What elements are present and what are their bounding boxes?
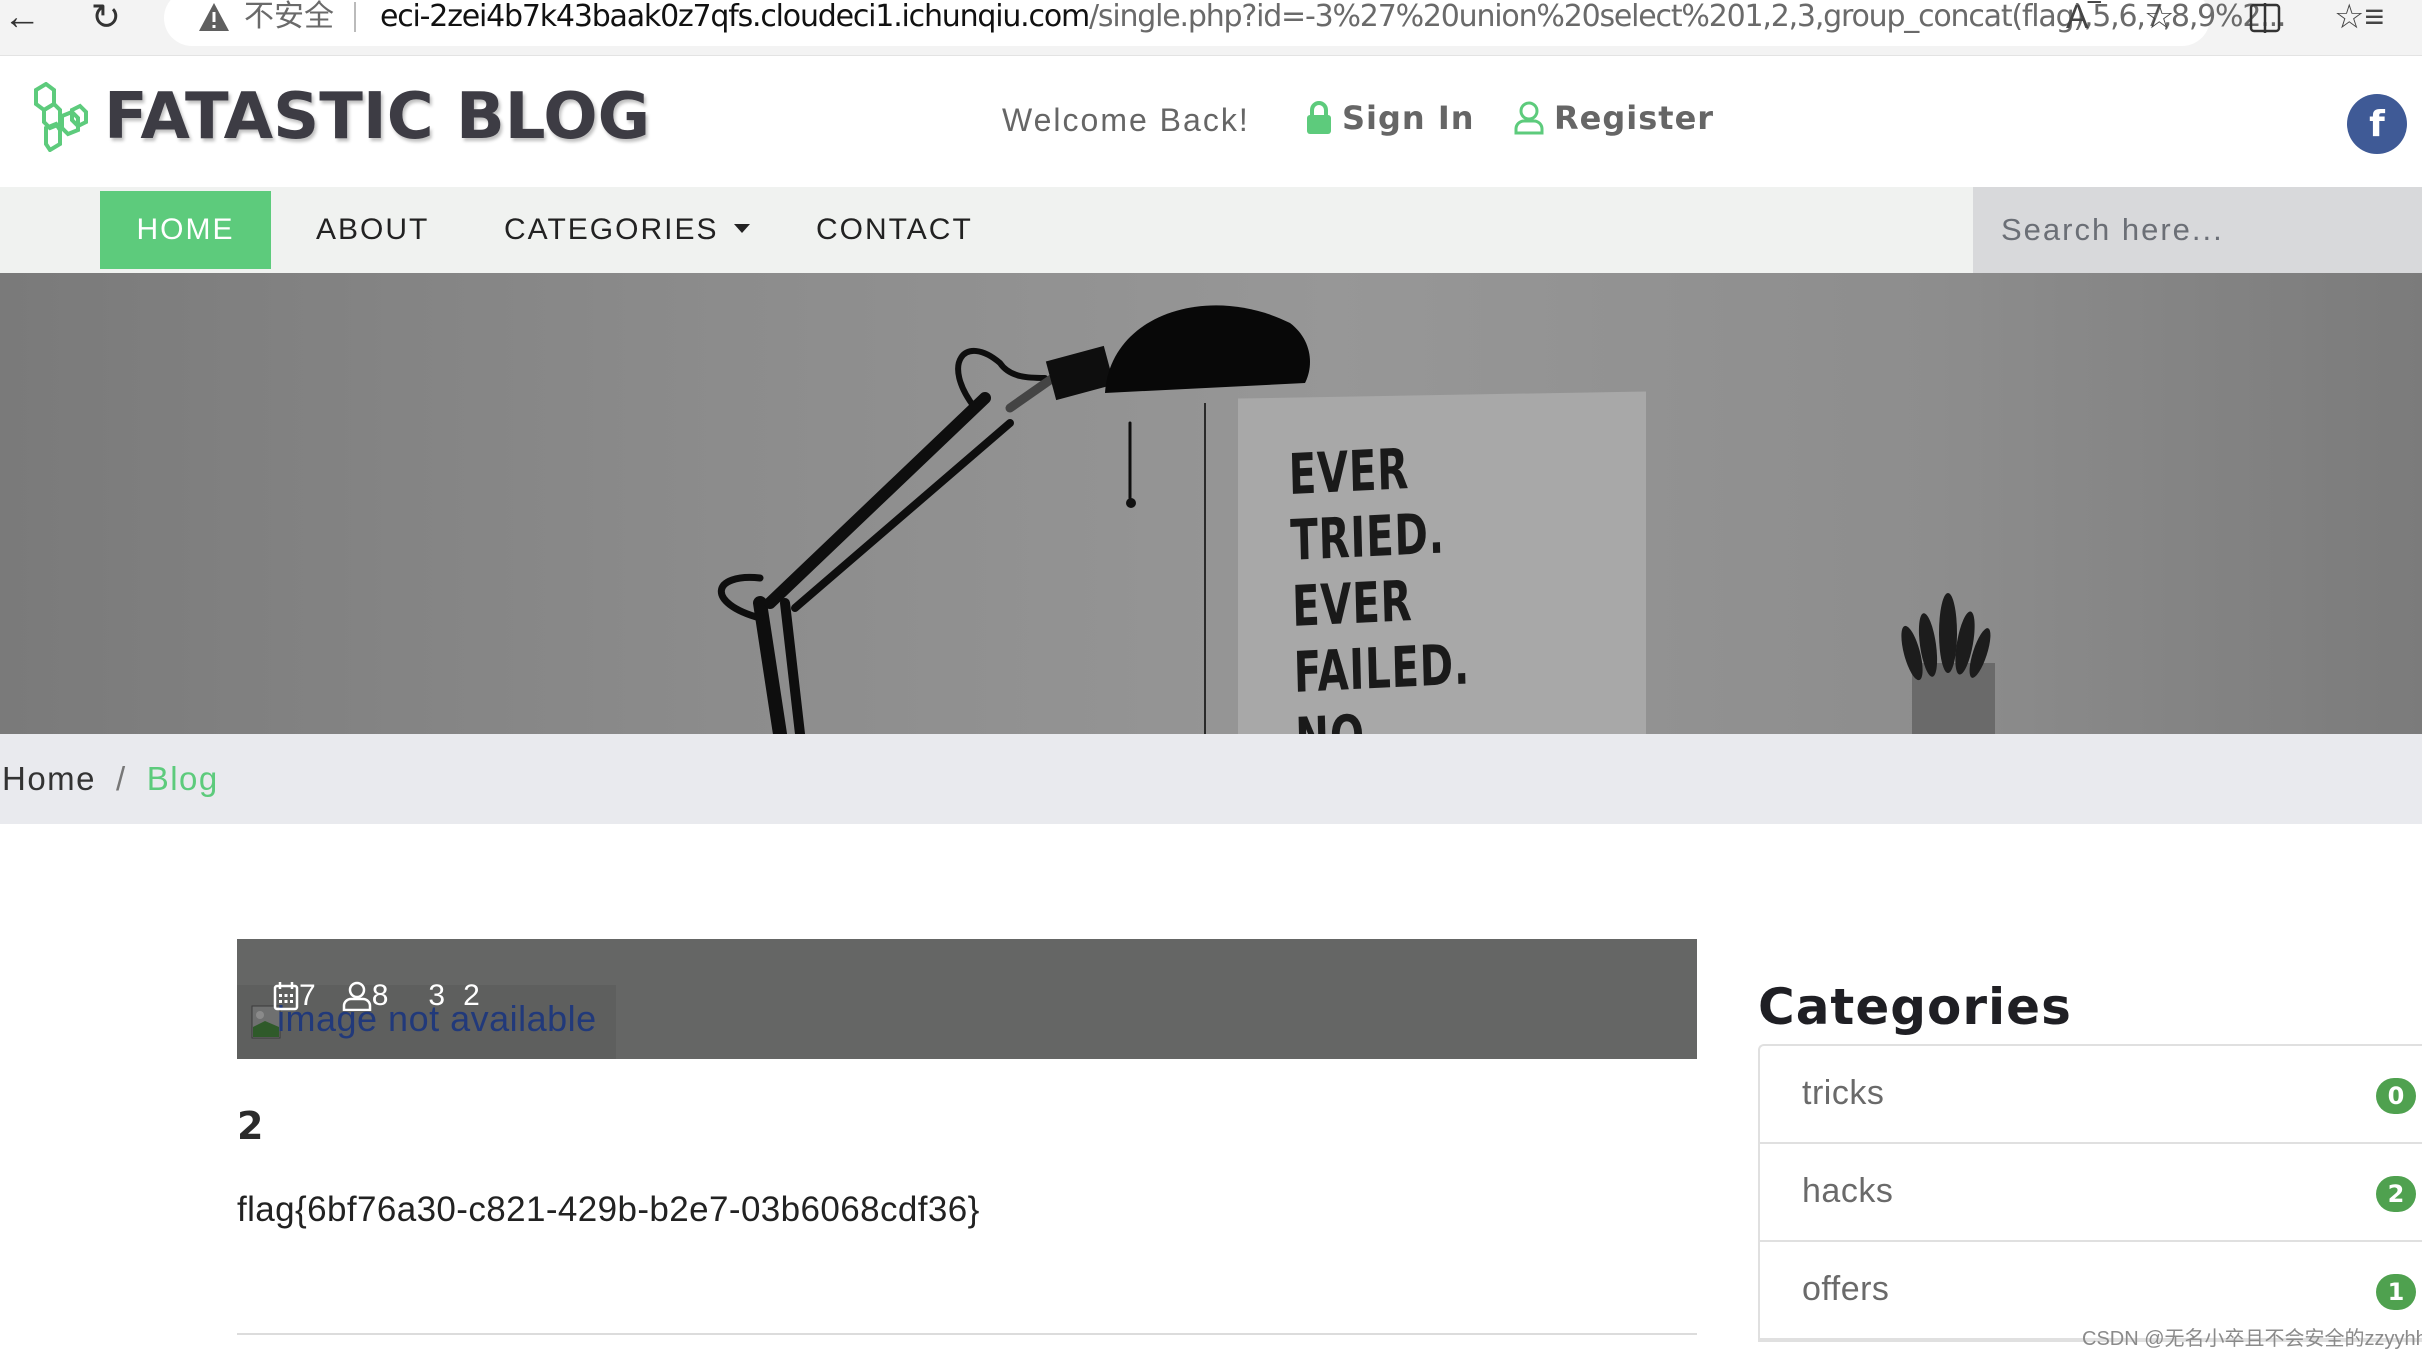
caret-down-icon (734, 223, 751, 233)
poster-text: EVER TRIED. EVER FAILED. NO MATTER. TRY … (1288, 433, 1517, 734)
split-screen-icon[interactable] (2248, 2, 2282, 34)
post-meta-extra: 3 (428, 979, 446, 1012)
warning-icon[interactable] (198, 2, 230, 32)
search-input[interactable] (1973, 187, 2422, 273)
post-date-value: 7 (299, 979, 316, 1012)
nav-about[interactable]: ABOUT (316, 191, 429, 269)
breadcrumb-separator: / (116, 760, 127, 797)
register-label: Register (1554, 99, 1715, 137)
breadcrumb-current: Blog (146, 760, 219, 797)
category-item[interactable]: hacks 2 (1760, 1144, 2422, 1242)
post-title: 2 (237, 1104, 264, 1148)
nav-categories-label: CATEGORIES (504, 213, 719, 246)
poster-line: EVER TRIED. (1288, 437, 1446, 574)
nav-home[interactable]: HOME (100, 191, 271, 269)
read-aloud-icon[interactable]: A‾ (2066, 0, 2100, 34)
post-image-container: image not available 7 8 3 2 (237, 939, 1697, 1059)
post-meta: 7 8 3 2 (273, 979, 498, 1013)
favorites-list-icon[interactable]: ☆≡ (2334, 0, 2384, 34)
user-icon (1514, 101, 1544, 135)
url-text[interactable]: eci-2zei4b7k43baak0z7qfs.cloudeci1.ichun… (380, 0, 2286, 34)
categories-heading: Categories (1758, 978, 2072, 1036)
logo-cubes-icon[interactable] (32, 82, 90, 152)
url-separator (354, 2, 356, 32)
category-name: hacks (1802, 1172, 1894, 1210)
desk-lamp-illustration (717, 305, 1995, 734)
category-count-badge: 2 (2376, 1176, 2416, 1212)
sign-in-label: Sign In (1342, 99, 1475, 137)
post-content: flag{6bf76a30-c821-429b-b2e7-03b6068cdf3… (237, 1190, 980, 1229)
post-divider (237, 1333, 1697, 1335)
breadcrumb: Home / Blog (0, 734, 2422, 824)
calendar-icon (273, 982, 299, 1011)
category-count-badge: 1 (2376, 1274, 2416, 1310)
lock-icon (1307, 101, 1331, 134)
user-icon (342, 981, 371, 1011)
url-path: /single.php?id=-3%27%20union%20select%20… (1089, 0, 2286, 34)
back-arrow-icon[interactable]: ← (0, 0, 44, 40)
breadcrumb-home[interactable]: Home (2, 760, 96, 798)
sign-in-link[interactable]: Sign In (1306, 96, 1475, 140)
security-label[interactable]: 不安全 (244, 0, 334, 34)
poster-line: EVER FAILED. (1291, 569, 1471, 706)
reload-icon[interactable]: ↻ (84, 0, 128, 40)
favorite-star-icon[interactable]: ☆ (2144, 0, 2174, 34)
main-nav: HOME ABOUT CATEGORIES CONTACT (0, 187, 2422, 273)
post-author-value: 8 (371, 979, 389, 1012)
register-link[interactable]: Register (1514, 96, 1714, 140)
post-author: 8 (342, 979, 389, 1013)
url-host: eci-2zei4b7k43baak0z7qfs.cloudeci1.ichun… (380, 0, 1090, 34)
category-count-badge: 0 (2376, 1078, 2416, 1114)
watermark: CSDN @无名小卒且不会安全的zzyyhh (2082, 1328, 2422, 1350)
nav-categories[interactable]: CATEGORIES (504, 191, 751, 269)
post-meta-extra: 2 (463, 979, 480, 1012)
post-date: 7 (273, 979, 316, 1013)
hero-banner: EVER TRIED. EVER FAILED. NO MATTER. TRY … (0, 273, 2422, 734)
category-name: offers (1802, 1270, 1890, 1308)
browser-toolbar: ← ↻ 不安全 eci-2zei4b7k43baak0z7qfs.cloudec… (0, 0, 2422, 56)
site-logo[interactable]: FATASTIC BLOG (104, 80, 650, 154)
nav-contact[interactable]: CONTACT (816, 191, 973, 269)
category-name: tricks (1802, 1074, 1885, 1112)
facebook-icon[interactable]: f (2347, 94, 2407, 154)
welcome-text: Welcome Back! (1002, 102, 1250, 138)
categories-list: tricks 0 hacks 2 offers 1 (1758, 1044, 2422, 1342)
category-item[interactable]: tricks 0 (1760, 1046, 2422, 1144)
site-header: FATASTIC BLOG Welcome Back! Sign In Regi… (0, 56, 2422, 187)
